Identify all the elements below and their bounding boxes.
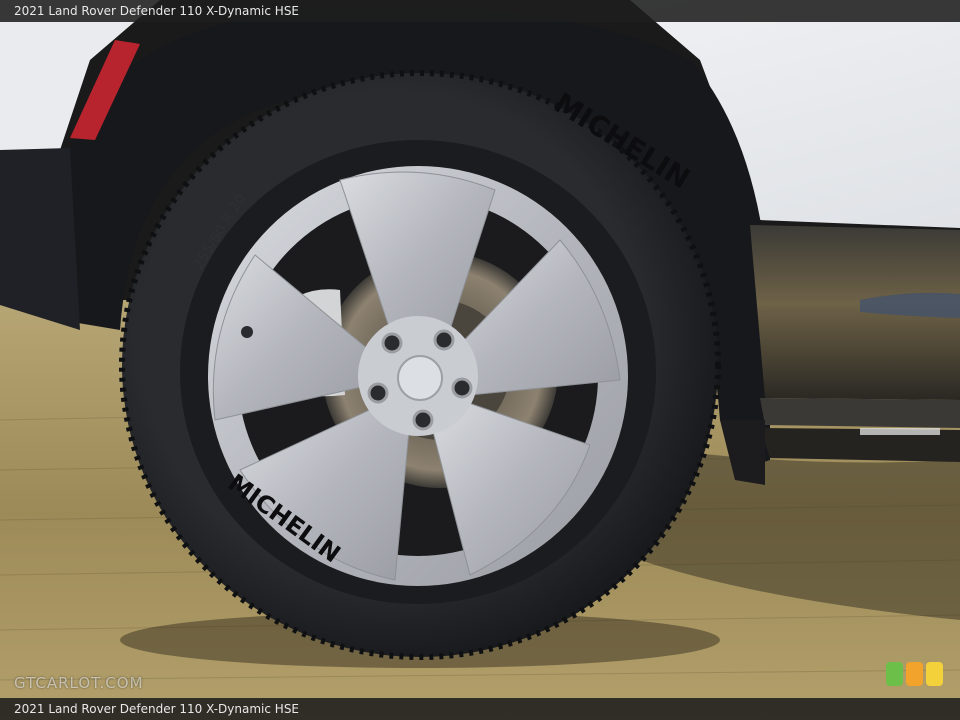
wheel-photo: MICHELIN 255/60 R 20 MICHELIN: [0, 0, 960, 720]
gtcarlot-logo-icon: [886, 662, 943, 686]
caption-bottom: 2021 Land Rover Defender 110 X-Dynamic H…: [0, 698, 960, 720]
watermark-text: GTCARLOT.COM: [14, 674, 144, 692]
caption-top: 2021 Land Rover Defender 110 X-Dynamic H…: [0, 0, 960, 22]
